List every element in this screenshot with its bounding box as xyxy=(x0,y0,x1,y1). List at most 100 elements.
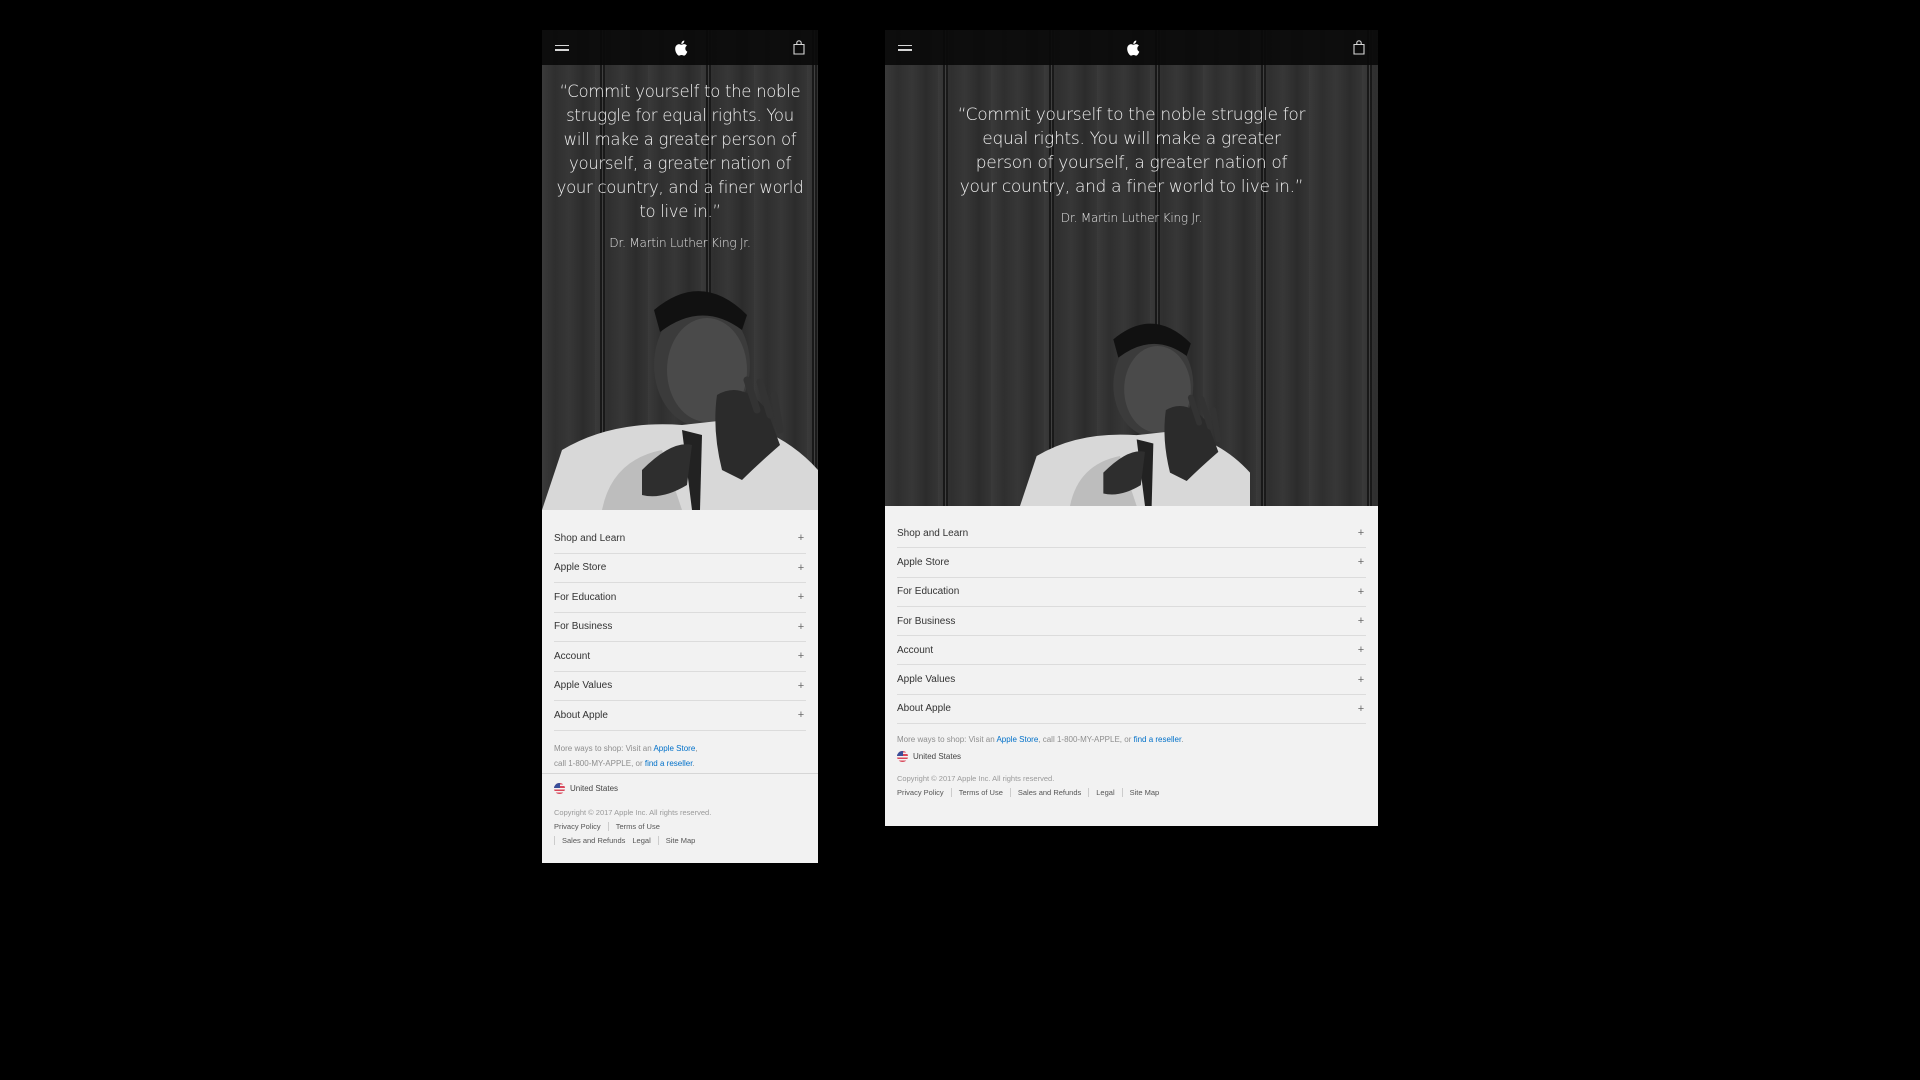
apple-logo-icon[interactable] xyxy=(1126,40,1140,56)
plus-icon: + xyxy=(1357,556,1365,569)
hero-quote: “Commit yourself to the noble struggle f… xyxy=(542,80,818,255)
plus-icon: + xyxy=(1357,585,1365,598)
hamburger-icon[interactable] xyxy=(555,44,569,52)
footer-menu-item-about-apple[interactable]: About Apple + xyxy=(554,701,806,731)
more-ways-text: More ways to shop: Visit an xyxy=(554,743,654,753)
locale-label: United States xyxy=(913,752,962,762)
plus-icon: + xyxy=(797,650,805,663)
footer-menu-item-for-business[interactable]: For Business + xyxy=(554,613,806,642)
footer-menu-item-account[interactable]: Account + xyxy=(897,636,1366,666)
sales-and-refunds-link[interactable]: Sales and Refunds xyxy=(1009,788,1088,798)
plus-icon: + xyxy=(797,620,805,633)
plus-icon: + xyxy=(1357,702,1365,715)
legal-links: Privacy Policy Terms of Use Sales and Re… xyxy=(554,821,734,845)
tablet-layout-preview: “Commit yourself to the noble struggle f… xyxy=(885,30,1378,826)
sales-and-refunds-link[interactable]: Sales and Refunds xyxy=(554,835,632,845)
plus-icon: + xyxy=(1357,615,1365,628)
legal-link[interactable]: Legal xyxy=(632,836,657,845)
us-flag-icon xyxy=(554,782,565,794)
terms-of-use-link[interactable]: Terms of Use xyxy=(607,821,667,831)
footer-menu-item-apple-values[interactable]: Apple Values + xyxy=(897,665,1366,695)
more-ways-to-shop: More ways to shop: Visit an Apple Store,… xyxy=(554,741,806,773)
more-ways-text: , call 1-800-MY-APPLE, or xyxy=(1038,735,1134,745)
footer-directory: Shop and Learn + Apple Store + For Educati… xyxy=(554,510,806,731)
hero-portrait-image xyxy=(1005,306,1265,506)
footer-directory: Shop and Learn + Apple Store + For Educati… xyxy=(897,506,1366,725)
locale-selector[interactable]: United States xyxy=(554,782,806,794)
footer-divider xyxy=(542,772,818,774)
shopping-bag-icon[interactable] xyxy=(1353,40,1365,55)
more-ways-text: . xyxy=(692,758,695,768)
menu-item-label: For Business xyxy=(897,615,956,627)
quote-text: “Commit yourself to the noble struggle f… xyxy=(957,105,1306,197)
find-reseller-link[interactable]: find a reseller xyxy=(1134,735,1182,744)
find-reseller-link[interactable]: find a reseller xyxy=(645,759,693,768)
menu-item-label: About Apple xyxy=(897,703,951,715)
shopping-bag-icon[interactable] xyxy=(793,40,805,55)
menu-item-label: Account xyxy=(554,650,591,662)
hamburger-icon[interactable] xyxy=(898,44,912,52)
hero-quote: “Commit yourself to the noble struggle f… xyxy=(885,103,1378,230)
hero-section: “Commit yourself to the noble struggle f… xyxy=(542,30,818,510)
menu-item-label: Account xyxy=(897,644,934,656)
plus-icon: + xyxy=(797,679,805,692)
quote-attribution: Dr. Martin Luther King Jr. xyxy=(609,236,751,250)
plus-icon: + xyxy=(797,709,805,722)
plus-icon: + xyxy=(797,591,805,604)
more-ways-text: , xyxy=(695,743,698,753)
plus-icon: + xyxy=(1357,673,1365,686)
footer-menu-item-for-education[interactable]: For Education + xyxy=(554,583,806,613)
global-nav xyxy=(542,30,818,65)
site-map-link[interactable]: Site Map xyxy=(1121,788,1167,798)
more-ways-text: More ways to shop: Visit an xyxy=(897,735,997,745)
footer-menu-item-for-education[interactable]: For Education + xyxy=(897,578,1366,607)
plus-icon: + xyxy=(1357,527,1365,540)
site-map-link[interactable]: Site Map xyxy=(657,835,703,845)
footer: Shop and Learn + Apple Store + For Educati… xyxy=(885,506,1378,798)
menu-item-label: Apple Values xyxy=(554,680,613,692)
footer: Shop and Learn + Apple Store + For Educati… xyxy=(542,510,818,845)
privacy-policy-link[interactable]: Privacy Policy xyxy=(554,822,608,831)
quote-attribution: Dr. Martin Luther King Jr. xyxy=(1060,211,1203,225)
menu-item-label: Shop and Learn xyxy=(897,527,969,539)
locale-selector[interactable]: United States xyxy=(897,751,1366,763)
footer-menu-item-apple-store[interactable]: Apple Store + xyxy=(897,548,1366,578)
footer-menu-item-account[interactable]: Account + xyxy=(554,642,806,672)
mobile-layout-preview: “Commit yourself to the noble struggle f… xyxy=(542,30,818,863)
more-ways-text: call 1-800-MY-APPLE, or xyxy=(554,758,645,768)
apple-store-link[interactable]: Apple Store xyxy=(996,735,1038,744)
copyright: Copyright © 2017 Apple Inc. All rights r… xyxy=(554,807,712,817)
menu-item-label: For Business xyxy=(554,621,613,633)
legal-link[interactable]: Legal xyxy=(1088,788,1121,798)
menu-item-label: Apple Store xyxy=(554,562,607,574)
menu-item-label: Apple Store xyxy=(897,556,950,568)
menu-item-label: For Education xyxy=(897,586,960,598)
plus-icon: + xyxy=(797,561,805,574)
footer-menu-item-shop-and-learn[interactable]: Shop and Learn + xyxy=(554,524,806,554)
more-ways-to-shop: More ways to shop: Visit an Apple Store,… xyxy=(897,732,1366,747)
hero-section: “Commit yourself to the noble struggle f… xyxy=(885,30,1378,506)
footer-menu-item-apple-values[interactable]: Apple Values + xyxy=(554,672,806,701)
us-flag-icon xyxy=(897,751,908,763)
plus-icon: + xyxy=(797,532,805,545)
footer-menu-item-about-apple[interactable]: About Apple + xyxy=(897,695,1366,725)
more-ways-text: . xyxy=(1181,735,1184,745)
privacy-policy-link[interactable]: Privacy Policy xyxy=(897,788,951,797)
apple-logo-icon[interactable] xyxy=(674,40,688,56)
global-nav xyxy=(885,30,1378,65)
apple-store-link[interactable]: Apple Store xyxy=(653,744,695,753)
quote-text: “Commit yourself to the noble struggle f… xyxy=(556,82,804,221)
copyright: Copyright © 2017 Apple Inc. All rights r… xyxy=(897,774,1055,784)
footer-menu-item-shop-and-learn[interactable]: Shop and Learn + xyxy=(897,519,1366,549)
locale-label: United States xyxy=(570,783,619,793)
footer-menu-item-for-business[interactable]: For Business + xyxy=(897,607,1366,637)
footer-menu-item-apple-store[interactable]: Apple Store + xyxy=(554,554,806,583)
menu-item-label: About Apple xyxy=(554,709,608,721)
terms-of-use-link[interactable]: Terms of Use xyxy=(950,788,1010,798)
plus-icon: + xyxy=(1357,644,1365,657)
legal-links: Privacy Policy Terms of Use Sales and Re… xyxy=(897,788,1366,798)
menu-item-label: For Education xyxy=(554,591,617,603)
menu-item-label: Shop and Learn xyxy=(554,532,626,544)
menu-item-label: Apple Values xyxy=(897,674,956,686)
hero-portrait-image xyxy=(542,270,818,510)
